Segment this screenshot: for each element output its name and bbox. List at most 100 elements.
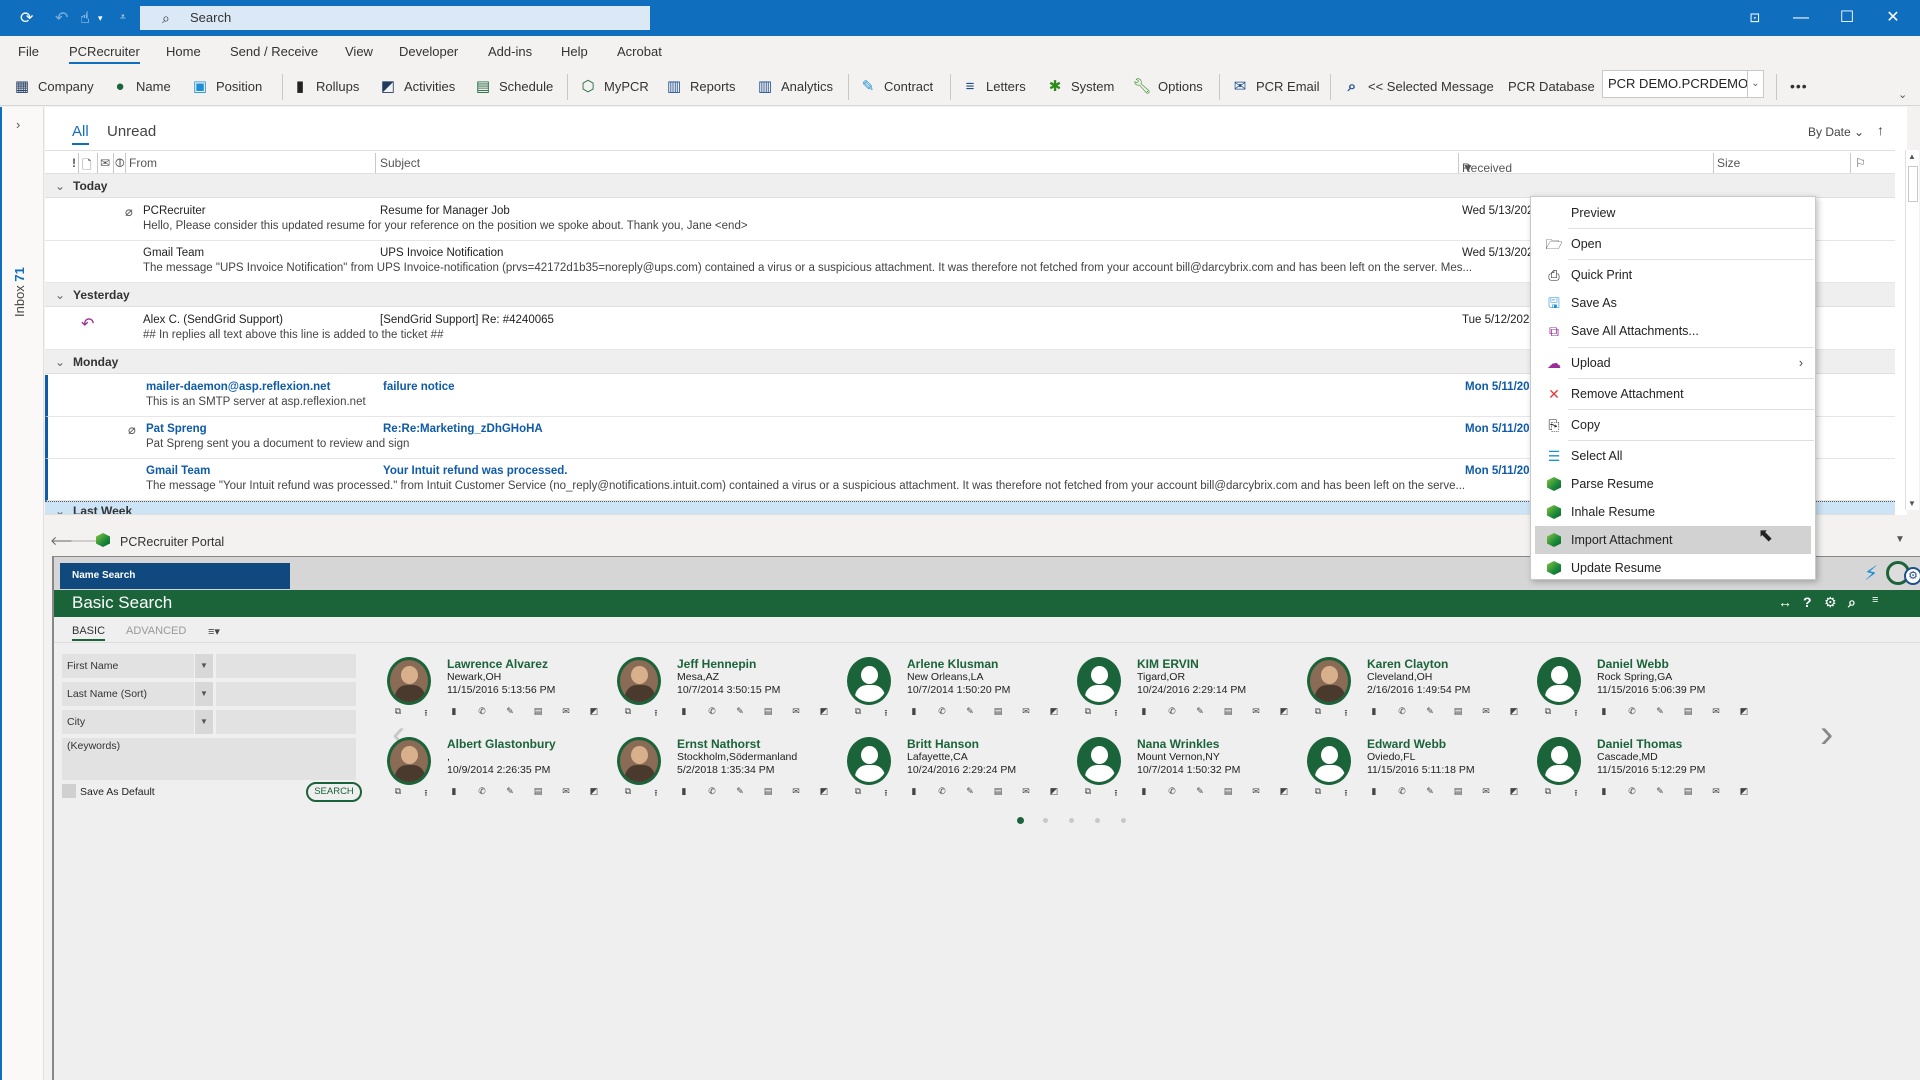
phone-icon[interactable]: ✆ (474, 706, 490, 722)
tab-unread[interactable]: Unread (107, 123, 156, 140)
email-icon[interactable]: ✉ (1248, 786, 1264, 802)
keywords-textarea[interactable]: (Keywords) (62, 738, 356, 780)
phone-icon[interactable]: ✆ (934, 786, 950, 802)
binder-icon[interactable]: ▮ (1136, 786, 1152, 802)
expand-width-icon[interactable]: ↔ (1778, 594, 1792, 610)
column-from[interactable]: From (129, 156, 157, 170)
upload-icon[interactable]: ⭱ (1108, 706, 1124, 722)
document-icon[interactable]: ▤ (530, 706, 546, 722)
contract-button[interactable]: ✎ Contract (858, 74, 933, 98)
candidate-avatar[interactable] (387, 657, 431, 705)
name-button[interactable]: ● Name (110, 74, 170, 98)
email-icon[interactable]: ✉ (1018, 706, 1034, 722)
candidate-card[interactable]: Arlene Klusman New Orleans,LA 10/7/2014 1:… (847, 657, 1067, 727)
candidate-card[interactable]: Jeff Hennepin Mesa,AZ 10/7/2014 3:50:15 PM… (617, 657, 837, 727)
letters-button[interactable]: ≡ Letters (960, 74, 1026, 98)
phone-icon[interactable]: ✆ (1164, 786, 1180, 802)
email-icon[interactable]: ✉ (1478, 786, 1494, 802)
edit-note-icon[interactable]: ✎ (1192, 706, 1208, 722)
edit-note-icon[interactable]: ✎ (1652, 786, 1668, 802)
menu-developer[interactable]: Developer (399, 44, 458, 59)
candidate-name[interactable]: Daniel Thomas (1597, 737, 1682, 751)
save-default-checkbox[interactable] (62, 784, 76, 798)
importance-icon[interactable]: ! (72, 156, 76, 170)
candidate-name[interactable]: Karen Clayton (1367, 657, 1448, 671)
scroll-up-arrow-icon[interactable]: ▲ (1908, 152, 1916, 161)
ribbon-display-options-button[interactable]: ⊡ (1732, 0, 1778, 36)
upload-icon[interactable]: ⭱ (418, 786, 434, 802)
open-icon[interactable]: ⧉ (620, 706, 636, 722)
candidate-card[interactable]: Edward Webb Oviedo,FL 11/15/2016 5:11:18 P… (1307, 737, 1527, 807)
inbox-folder-label[interactable]: Inbox 71 (12, 267, 27, 317)
menu-add-ins[interactable]: Add-ins (488, 44, 532, 59)
menu-item-save-all-attachments[interactable]: ⧉ Save All Attachments... (1535, 317, 1811, 345)
chat-icon[interactable]: ◩ (1736, 706, 1752, 722)
city-input[interactable] (216, 710, 356, 734)
document-icon[interactable]: ▤ (760, 786, 776, 802)
menu-item-preview[interactable]: Preview (1535, 199, 1811, 227)
reminder-icon[interactable]: ✉ (100, 156, 110, 170)
field-selector-city[interactable]: City (62, 710, 194, 734)
open-icon[interactable]: ⧉ (850, 786, 866, 802)
edit-note-icon[interactable]: ✎ (962, 706, 978, 722)
document-icon[interactable]: ▤ (1680, 786, 1696, 802)
chat-icon[interactable]: ◩ (1046, 706, 1062, 722)
menu-item-copy[interactable]: ⎘ Copy (1535, 411, 1811, 439)
column-subject[interactable]: Subject (380, 156, 420, 170)
chat-icon[interactable]: ◩ (816, 706, 832, 722)
subtab-basic[interactable]: BASIC (72, 625, 106, 641)
options-list-icon[interactable]: ≡▾ (208, 625, 220, 638)
activities-button[interactable]: ◩ Activities (378, 74, 455, 98)
customize-qa-icon[interactable]: ⩡ (120, 12, 126, 23)
binder-icon[interactable]: ▮ (1596, 786, 1612, 802)
chevron-down-icon[interactable]: ▼ (195, 654, 213, 678)
chat-icon[interactable]: ◩ (1506, 786, 1522, 802)
more-commands-button[interactable]: ••• (1790, 74, 1808, 98)
pagination-dot[interactable] (1017, 817, 1024, 824)
candidate-name[interactable]: KIM ERVIN (1137, 657, 1199, 671)
open-icon[interactable]: ⧉ (1080, 786, 1096, 802)
search-button[interactable]: SEARCH (306, 782, 362, 802)
chevron-down-icon[interactable]: ▼ (195, 710, 213, 734)
search-icon[interactable]: ⌕ (1848, 594, 1856, 611)
upload-icon[interactable]: ⭱ (1108, 786, 1124, 802)
scrollbar-thumb[interactable] (1908, 166, 1918, 202)
open-icon[interactable]: ⧉ (390, 706, 406, 722)
email-icon[interactable]: ✉ (558, 706, 574, 722)
database-select[interactable]: PCR DEMO.PCRDEMO ⌄ (1602, 70, 1764, 98)
candidate-avatar[interactable] (387, 737, 431, 785)
candidate-card[interactable]: Daniel Webb Rock Spring,GA 11/15/2016 5:06… (1537, 657, 1757, 727)
rollups-button[interactable]: ▮ Rollups (290, 74, 360, 98)
edit-note-icon[interactable]: ✎ (962, 786, 978, 802)
document-icon[interactable]: ▤ (990, 706, 1006, 722)
candidate-name[interactable]: Ernst Nathorst (677, 737, 760, 751)
candidate-card[interactable]: Karen Clayton Cleveland,OH 2/16/2016 1:49:… (1307, 657, 1527, 727)
document-icon[interactable]: ▤ (1680, 706, 1696, 722)
undo-icon[interactable]: ↶ (55, 8, 68, 28)
email-icon[interactable]: ✉ (1708, 706, 1724, 722)
chat-icon[interactable]: ◩ (1276, 706, 1292, 722)
upload-icon[interactable]: ⭱ (1568, 786, 1584, 802)
candidate-card[interactable]: KIM ERVIN Tigard,OR 10/24/2016 2:29:14 PM ⧉… (1077, 657, 1297, 727)
document-icon[interactable]: ▤ (990, 786, 1006, 802)
upload-icon[interactable]: ⭱ (878, 706, 894, 722)
candidate-name[interactable]: Edward Webb (1367, 737, 1446, 751)
candidate-avatar[interactable] (617, 737, 661, 785)
document-icon[interactable]: ▤ (530, 786, 546, 802)
gear-icon[interactable]: ⚙ (1824, 594, 1837, 611)
candidate-card[interactable]: Nana Wrinkles Mount Vernon,NY 10/7/2014 1:… (1077, 737, 1297, 807)
candidate-avatar[interactable] (1537, 657, 1581, 705)
edit-note-icon[interactable]: ✎ (1652, 706, 1668, 722)
open-icon[interactable]: ⧉ (1540, 786, 1556, 802)
document-icon[interactable]: ▤ (1220, 706, 1236, 722)
chat-icon[interactable]: ◩ (586, 706, 602, 722)
email-icon[interactable]: ✉ (788, 706, 804, 722)
edit-note-icon[interactable]: ✎ (1422, 786, 1438, 802)
portal-dropdown-icon[interactable]: ▼ (1895, 534, 1905, 545)
chevron-down-icon[interactable]: ▾ (98, 13, 103, 24)
document-icon[interactable]: ▤ (760, 706, 776, 722)
upload-icon[interactable]: ⭱ (878, 786, 894, 802)
phone-icon[interactable]: ✆ (1624, 706, 1640, 722)
sort-direction-arrow-icon[interactable]: ↑ (1877, 122, 1884, 138)
phone-icon[interactable]: ✆ (1394, 786, 1410, 802)
